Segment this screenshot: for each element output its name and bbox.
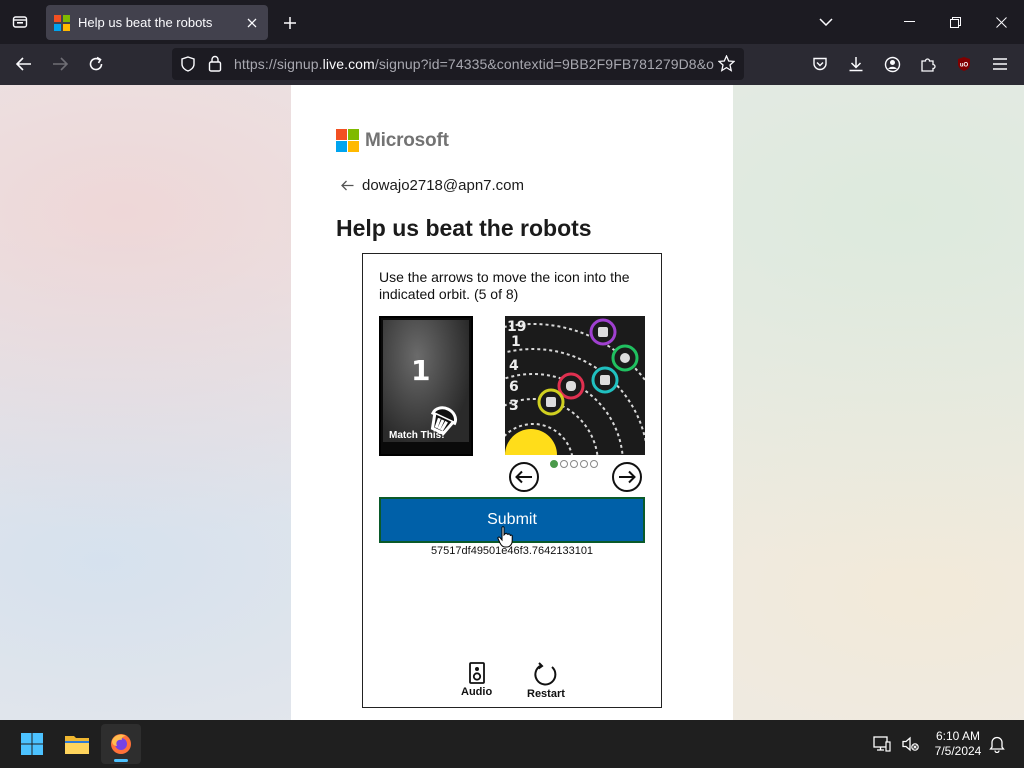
page-viewport: Microsoft dowajo2718@apn7.com Help us be… [0, 85, 1024, 720]
reload-icon[interactable] [81, 50, 111, 78]
back-arrow-icon[interactable] [9, 50, 39, 78]
match-this-label: Match This! [389, 430, 445, 441]
pager-dot [560, 460, 568, 468]
url-suffix: /signup?id=74335&contextid=9BB2F9FB78127… [374, 56, 714, 72]
file-explorer-icon[interactable] [57, 724, 97, 764]
pager-dots [550, 460, 598, 468]
identity-banner[interactable]: dowajo2718@apn7.com [341, 177, 524, 194]
pager-dot [580, 460, 588, 468]
url-domain: live.com [322, 56, 375, 72]
tab-close-icon[interactable] [240, 11, 264, 35]
restart-label: Restart [527, 688, 565, 700]
bookmark-star-icon[interactable] [717, 54, 736, 77]
extensions-puzzle-icon[interactable] [913, 50, 943, 78]
orbit-label: 1 [511, 334, 521, 350]
page-title: Help us beat the robots [336, 215, 592, 241]
orbit-label: 6 [509, 379, 519, 395]
clock-date: 7/5/2024 [934, 744, 982, 758]
new-tab-plus-icon[interactable] [277, 10, 303, 36]
audio-button[interactable]: Audio [461, 662, 492, 698]
hamburger-menu-icon[interactable] [985, 50, 1015, 78]
tab-title: Help us beat the robots [78, 15, 213, 30]
restore-icon[interactable] [932, 0, 978, 44]
firefox-view-icon[interactable] [8, 11, 32, 33]
orbit-rings-graphic: 19 1 4 6 3 [505, 316, 645, 455]
tracking-shield-icon[interactable] [180, 56, 196, 77]
speaker-icon [468, 662, 485, 684]
downloads-icon[interactable] [841, 50, 871, 78]
account-icon[interactable] [877, 50, 907, 78]
captcha-instructions: Use the arrows to move the icon into the… [379, 269, 630, 302]
windows-taskbar: 6:10 AM 7/5/2024 [0, 720, 1024, 768]
orbit-label: 19 [507, 319, 526, 335]
orbit-label: 3 [509, 398, 519, 414]
browser-nav-bar: https://signup.live.com/signup?id=74335&… [0, 44, 1024, 85]
match-target-image: 1 Match This! [379, 316, 473, 456]
microsoft-logo: Microsoft [336, 129, 449, 152]
url-prefix: https://signup. [234, 56, 323, 72]
pager-dot [590, 460, 598, 468]
next-arrow-button[interactable] [612, 462, 642, 492]
audio-label: Audio [461, 686, 493, 698]
window-close-icon[interactable] [978, 0, 1024, 44]
orbit-label: 4 [509, 358, 519, 374]
firefox-taskbar-icon[interactable] [101, 724, 141, 764]
signup-card: Microsoft dowajo2718@apn7.com Help us be… [291, 85, 733, 720]
notification-bell-icon[interactable] [984, 724, 1010, 764]
previous-arrow-button[interactable] [509, 462, 539, 492]
orbit-puzzle-image: 19 1 4 6 3 [505, 316, 645, 455]
pager-dot [550, 460, 558, 468]
ublock-origin-icon[interactable]: uO [949, 50, 979, 78]
mouse-cursor-hand-icon [497, 526, 513, 548]
pocket-icon[interactable] [805, 50, 835, 78]
left-arrow-icon [515, 470, 532, 484]
account-email: dowajo2718@apn7.com [362, 177, 525, 194]
restart-icon [534, 662, 557, 686]
lock-icon[interactable] [208, 55, 222, 77]
microsoft-favicon-icon [54, 14, 70, 31]
svg-text:uO: uO [960, 63, 969, 69]
list-all-tabs-chevron-icon[interactable] [814, 11, 838, 33]
clock-time: 6:10 AM [935, 729, 981, 743]
pager-dot [570, 460, 578, 468]
url-bar[interactable]: https://signup.live.com/signup?id=74335&… [172, 48, 744, 80]
minimize-icon[interactable] [886, 0, 932, 44]
match-orbit-number: 1 [411, 354, 431, 387]
forward-arrow-icon[interactable] [45, 50, 75, 78]
system-clock[interactable]: 6:10 AM 7/5/2024 [928, 729, 988, 759]
captcha-widget: Use the arrows to move the icon into the… [362, 253, 662, 708]
windows-start-icon[interactable] [12, 724, 52, 764]
microsoft-squares-icon [336, 129, 359, 152]
tab-active[interactable]: Help us beat the robots [46, 5, 268, 40]
right-arrow-icon [619, 470, 636, 484]
brand-name: Microsoft [365, 129, 449, 151]
volume-muted-icon[interactable] [892, 724, 928, 764]
restart-button[interactable]: Restart [527, 662, 565, 700]
url-text[interactable]: https://signup.live.com/signup?id=74335&… [234, 56, 714, 72]
back-arrow-icon[interactable] [341, 180, 354, 191]
browser-tab-bar: Help us beat the robots [0, 0, 1024, 44]
